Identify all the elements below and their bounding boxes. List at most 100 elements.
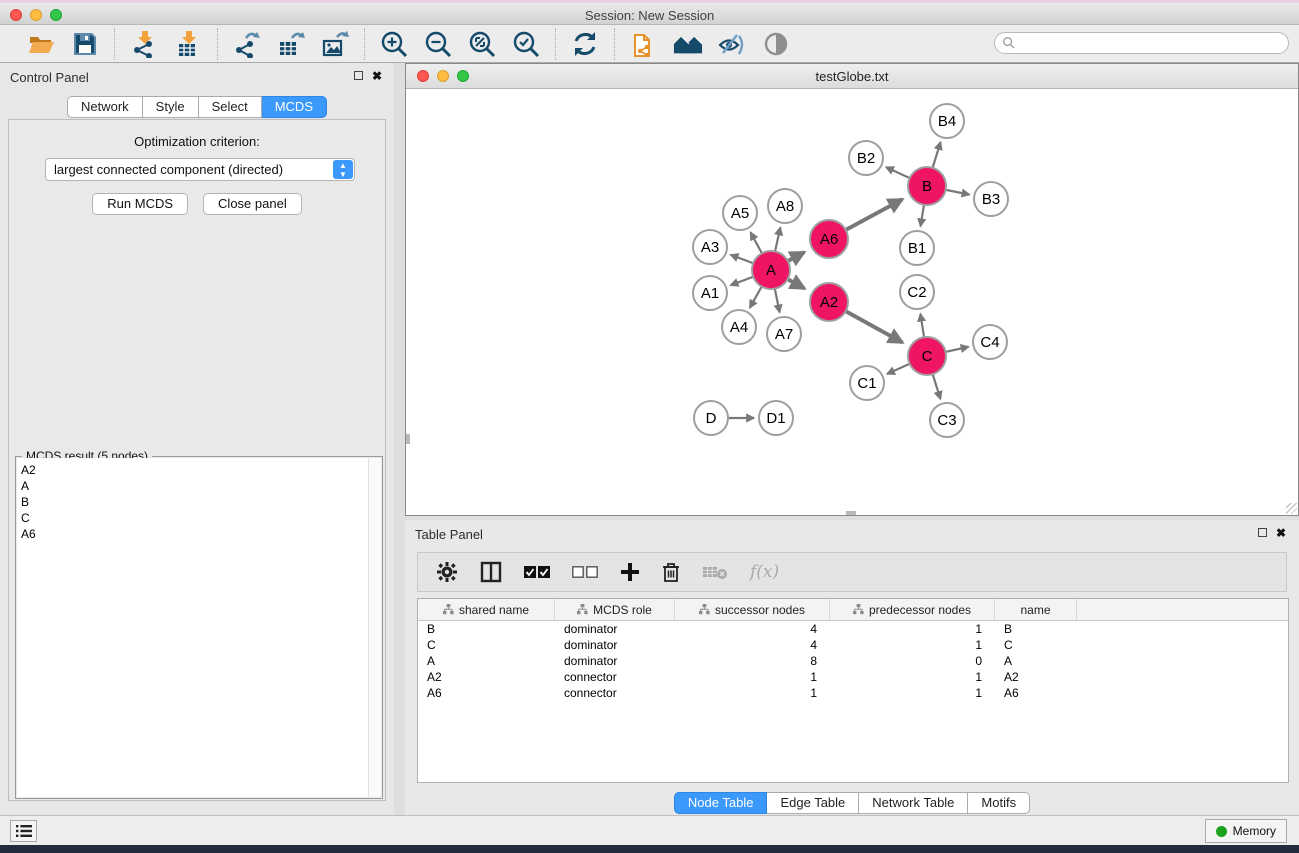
- tab-network-table[interactable]: Network Table: [859, 792, 968, 814]
- table-row[interactable]: A6connector11A6: [418, 685, 1288, 701]
- function-builder-button[interactable]: f(x): [750, 559, 779, 585]
- node-table[interactable]: shared nameMCDS rolesuccessor nodesprede…: [417, 598, 1289, 783]
- add-column-button[interactable]: [620, 559, 640, 585]
- tab-edge-table[interactable]: Edge Table: [767, 792, 859, 814]
- tab-mcds[interactable]: MCDS: [262, 96, 327, 118]
- table-cell: connector: [555, 669, 675, 685]
- optimization-criterion-label: Optimization criterion:: [9, 134, 385, 149]
- optimization-criterion-select[interactable]: largest connected component (directed) ▲…: [45, 158, 355, 181]
- import-table-button[interactable]: [173, 29, 203, 59]
- main-toolbar: [0, 25, 1299, 63]
- column-header-name[interactable]: name: [995, 599, 1077, 620]
- delete-column-button[interactable]: [662, 559, 680, 585]
- network-view-window: testGlobe.txt B4B2BB3A8A5A6A3B1AA1C2A2A4…: [405, 63, 1299, 516]
- apply-layout-button[interactable]: [570, 29, 600, 59]
- new-network-from-selection-button[interactable]: [629, 29, 659, 59]
- mcds-result-item[interactable]: A6: [17, 526, 381, 542]
- new-network-from-selection-icon: [630, 30, 658, 58]
- tab-network[interactable]: Network: [67, 96, 143, 118]
- mcds-list-scrollbar[interactable]: [368, 458, 381, 797]
- canvas-left-handle[interactable]: [406, 434, 410, 444]
- node-label-A4: A4: [730, 319, 748, 336]
- zoom-in-button[interactable]: [379, 29, 409, 59]
- control-panel-float-button[interactable]: [354, 71, 363, 80]
- open-session-icon: [27, 30, 55, 58]
- table-cell: dominator: [555, 621, 675, 637]
- first-neighbors-button[interactable]: [673, 29, 703, 59]
- open-session-button[interactable]: [26, 29, 56, 59]
- table-toolbar: f(x): [417, 552, 1287, 592]
- show-columns-button[interactable]: [480, 559, 502, 585]
- import-network-button[interactable]: [129, 29, 159, 59]
- zoom-out-button[interactable]: [423, 29, 453, 59]
- column-header-shared-name[interactable]: shared name: [418, 599, 555, 620]
- node-label-C3: C3: [937, 412, 956, 429]
- table-cell: 4: [675, 637, 830, 653]
- node-table-body: Bdominator41BCdominator41CAdominator80AA…: [418, 621, 1288, 701]
- column-header-predecessor-nodes[interactable]: predecessor nodes: [830, 599, 995, 620]
- save-session-button[interactable]: [70, 29, 100, 59]
- table-row[interactable]: Adominator80A: [418, 653, 1288, 669]
- mcds-result-list[interactable]: A2ABCA6: [17, 458, 381, 797]
- table-panel-float-button[interactable]: [1258, 528, 1267, 537]
- control-panel-close-button[interactable]: ✖: [372, 69, 382, 83]
- mcds-result-item[interactable]: A: [17, 478, 381, 494]
- node-label-A1: A1: [701, 285, 719, 302]
- table-row[interactable]: A2connector11A2: [418, 669, 1288, 685]
- mcds-panel: Optimization criterion: largest connecte…: [8, 119, 386, 801]
- zoom-fit-button[interactable]: [467, 29, 497, 59]
- network-window-titlebar[interactable]: testGlobe.txt: [406, 64, 1298, 89]
- zoom-selected-button[interactable]: [511, 29, 541, 59]
- tab-motifs[interactable]: Motifs: [968, 792, 1030, 814]
- table-cell: A6: [418, 685, 555, 701]
- node-label-A2: A2: [820, 294, 838, 311]
- search-input[interactable]: [994, 32, 1289, 54]
- table-cell: 1: [830, 637, 995, 653]
- tab-style[interactable]: Style: [143, 96, 199, 118]
- table-panel: Table Panel ✖: [405, 520, 1299, 815]
- task-history-button[interactable]: [10, 820, 37, 842]
- table-row[interactable]: Bdominator41B: [418, 621, 1288, 637]
- network-canvas[interactable]: B4B2BB3A8A5A6A3B1AA1C2A2A4A7C4CC1C3DD1: [406, 89, 1298, 515]
- canvas-bottom-handle[interactable]: [846, 511, 856, 515]
- table-settings-button[interactable]: [436, 559, 458, 585]
- show-all-button[interactable]: [761, 29, 791, 59]
- mcds-result-item[interactable]: A2: [17, 462, 381, 478]
- table-cell: dominator: [555, 653, 675, 669]
- tab-node-table[interactable]: Node Table: [674, 792, 768, 814]
- deselect-all-button[interactable]: [572, 559, 598, 585]
- zoom-out-icon: [424, 30, 452, 58]
- node-label-C1: C1: [857, 375, 876, 392]
- add-column-icon: [620, 562, 640, 582]
- shared-column-icon: [443, 604, 454, 615]
- table-cell: dominator: [555, 637, 675, 653]
- shared-column-icon: [577, 604, 588, 615]
- table-row[interactable]: Cdominator41C: [418, 637, 1288, 653]
- select-all-button[interactable]: [524, 559, 550, 585]
- node-label-D1: D1: [766, 410, 785, 427]
- column-header-MCDS-role[interactable]: MCDS role: [555, 599, 675, 620]
- export-image-button[interactable]: [320, 29, 350, 59]
- node-label-A3: A3: [701, 239, 719, 256]
- mcds-result-item[interactable]: B: [17, 494, 381, 510]
- hide-selected-button[interactable]: [717, 29, 747, 59]
- delete-table-button[interactable]: [702, 559, 728, 585]
- export-table-button[interactable]: [276, 29, 306, 59]
- close-panel-button[interactable]: Close panel: [203, 193, 302, 215]
- table-cell: A6: [995, 685, 1077, 701]
- control-panel-title: Control Panel: [10, 70, 89, 85]
- table-panel-close-button[interactable]: ✖: [1276, 526, 1286, 540]
- window-resize-grip[interactable]: [1286, 503, 1297, 514]
- show-all-icon: [762, 30, 790, 58]
- export-network-button[interactable]: [232, 29, 262, 59]
- table-panel-title: Table Panel: [415, 527, 483, 542]
- network-graph[interactable]: B4B2BB3A8A5A6A3B1AA1C2A2A4A7C4CC1C3DD1: [406, 89, 1298, 515]
- mcds-result-item[interactable]: C: [17, 510, 381, 526]
- memory-button[interactable]: Memory: [1205, 819, 1287, 843]
- node-label-A: A: [766, 262, 776, 279]
- tab-select[interactable]: Select: [199, 96, 262, 118]
- save-session-icon: [72, 31, 98, 57]
- apply-layout-icon: [571, 30, 599, 58]
- run-mcds-button[interactable]: Run MCDS: [92, 193, 188, 215]
- column-header-successor-nodes[interactable]: successor nodes: [675, 599, 830, 620]
